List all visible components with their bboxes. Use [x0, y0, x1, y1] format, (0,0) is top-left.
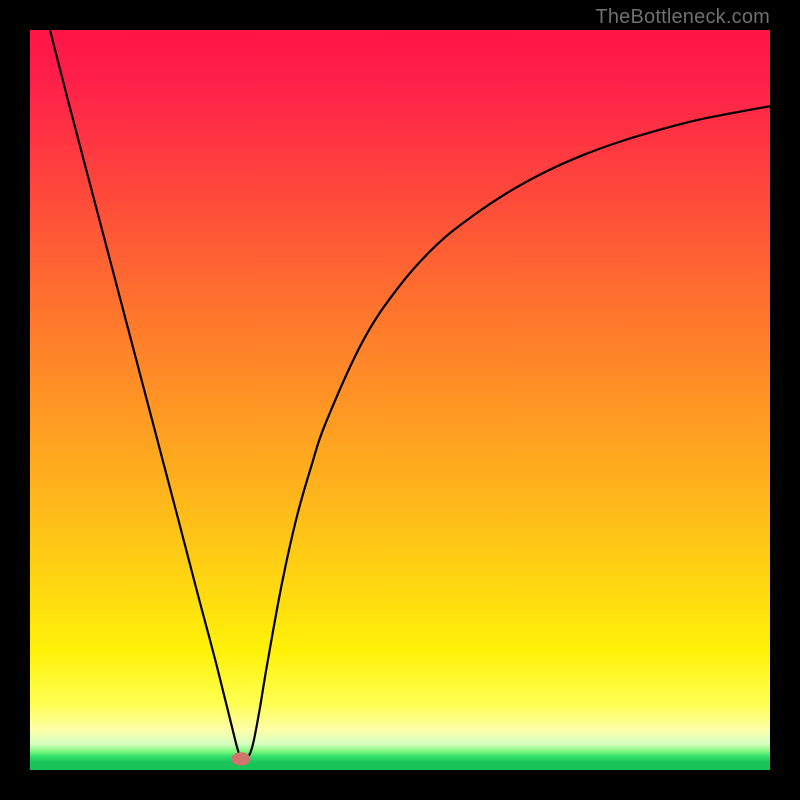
watermark-text: TheBottleneck.com — [595, 6, 770, 29]
chart-svg — [30, 30, 770, 770]
bottleneck-curve — [50, 30, 770, 762]
chart-frame: TheBottleneck.com — [0, 0, 800, 800]
plot-area — [30, 30, 770, 770]
optimal-point-marker — [231, 752, 250, 765]
